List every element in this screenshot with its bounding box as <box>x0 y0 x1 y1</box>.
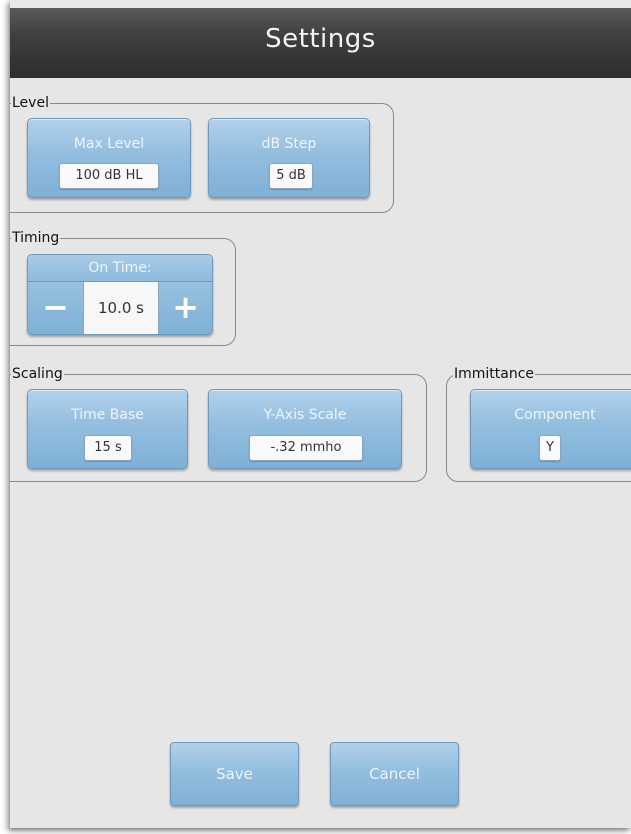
on-time-decrement-button[interactable]: − <box>29 282 82 334</box>
y-axis-scale-button[interactable]: Y-Axis Scale -.32 mmho <box>208 389 402 469</box>
db-step-button[interactable]: dB Step 5 dB <box>208 118 370 198</box>
component-value: Y <box>539 435 561 461</box>
max-level-value: 100 dB HL <box>59 163 159 189</box>
level-legend: Level <box>11 94 50 112</box>
title-bar: Settings <box>10 0 631 78</box>
time-base-value: 15 s <box>84 435 132 461</box>
component-label: Component <box>514 407 596 423</box>
page-title: Settings <box>265 24 376 54</box>
cancel-button[interactable]: Cancel <box>330 742 459 806</box>
time-base-button[interactable]: Time Base 15 s <box>27 389 188 469</box>
settings-window: Settings Level Max Level 100 dB HL dB St… <box>10 0 631 828</box>
max-level-label: Max Level <box>73 136 145 152</box>
scaling-legend: Scaling <box>11 365 64 383</box>
time-base-label: Time Base <box>71 407 144 423</box>
save-button[interactable]: Save <box>170 742 299 806</box>
on-time-increment-button[interactable]: + <box>159 282 212 334</box>
max-level-button[interactable]: Max Level 100 dB HL <box>27 118 191 198</box>
db-step-value: 5 dB <box>269 163 313 189</box>
timing-legend: Timing <box>11 229 61 247</box>
on-time-value: 10.0 s <box>83 282 159 334</box>
immittance-legend: Immittance <box>453 365 536 383</box>
db-step-label: dB Step <box>261 136 317 152</box>
y-axis-scale-value: -.32 mmho <box>249 435 363 461</box>
on-time-label: On Time: <box>28 255 212 282</box>
component-button[interactable]: Component Y <box>470 389 631 469</box>
y-axis-scale-label: Y-Axis Scale <box>263 407 347 423</box>
on-time-stepper: On Time: − 10.0 s + <box>27 254 213 335</box>
